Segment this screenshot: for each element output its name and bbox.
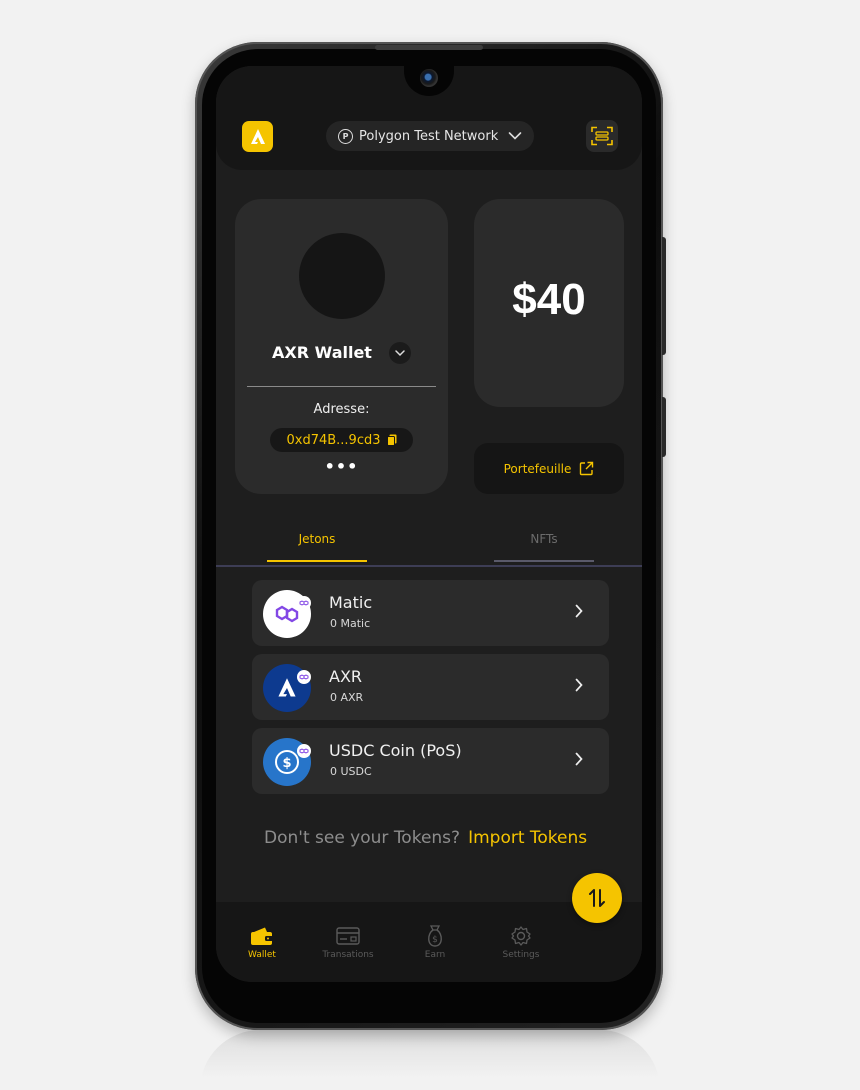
app-screen: P Polygon Test Network AXR Wallet Adress… (216, 66, 642, 982)
import-tokens-prompt: Don't see your Tokens? Import Tokens (264, 828, 587, 848)
external-link-icon (579, 461, 594, 476)
scan-icon[interactable] (586, 120, 618, 152)
network-selector[interactable]: P Polygon Test Network (326, 121, 534, 151)
nav-label: Settings (502, 950, 540, 960)
tab-jetons-indicator (267, 560, 367, 562)
power-button (662, 397, 666, 457)
nav-label: Transations (322, 950, 374, 960)
nav-item-settings[interactable]: Settings (486, 924, 556, 960)
tab-jetons[interactable]: Jetons (267, 532, 367, 546)
tab-nfts-indicator (494, 560, 594, 562)
portfolio-button[interactable]: Portefeuille (474, 443, 624, 494)
chevron-right-icon (575, 604, 583, 618)
copy-icon[interactable] (386, 434, 397, 446)
avatar[interactable] (299, 233, 385, 319)
card-icon (313, 924, 383, 948)
polygon-badge-icon (297, 744, 311, 758)
polygon-network-icon: P (338, 128, 353, 144)
token-amount: 0 Matic (330, 617, 371, 630)
wallet-name: AXR Wallet (272, 343, 372, 362)
chevron-right-icon (575, 678, 583, 692)
phone-reflection (200, 1030, 660, 1090)
wallet-divider (247, 386, 436, 387)
tabs-divider (216, 565, 642, 567)
wallet-card: AXR Wallet Adresse: 0xd74B...9cd3 ••• (235, 199, 448, 494)
gear-icon (486, 924, 556, 948)
chevron-down-icon (508, 131, 522, 141)
axr-logo-icon[interactable] (242, 121, 273, 152)
swap-arrows-icon (586, 887, 608, 909)
chevron-right-icon (575, 752, 583, 766)
polygon-icon (263, 590, 311, 638)
balance-card: $40 (474, 199, 624, 407)
nav-item-earn[interactable]: $ Earn (400, 924, 470, 960)
token-name: USDC Coin (PoS) (329, 741, 462, 760)
swap-button[interactable] (572, 873, 622, 923)
address-label: Adresse: (313, 402, 370, 417)
wallet-switch-chevron-icon[interactable] (389, 342, 411, 364)
nav-label: Earn (424, 950, 446, 960)
token-name: AXR (329, 667, 363, 686)
axr-icon (263, 664, 311, 712)
address-pill[interactable]: 0xd74B...9cd3 (270, 428, 413, 452)
volume-button (662, 237, 666, 355)
usdc-icon: $ (263, 738, 311, 786)
nav-label: Wallet (248, 950, 276, 960)
tab-nfts[interactable]: NFTs (494, 532, 594, 546)
svg-text:$: $ (282, 756, 291, 771)
svg-text:$: $ (432, 935, 438, 945)
portfolio-label: Portefeuille (503, 461, 572, 476)
wallet-address: 0xd74B...9cd3 (286, 432, 381, 448)
polygon-badge-icon (297, 670, 311, 684)
nav-item-wallet[interactable]: Wallet (227, 924, 297, 960)
polygon-badge-icon (297, 596, 311, 610)
wallet-icon (227, 924, 297, 948)
import-tokens-link[interactable]: Import Tokens (468, 828, 587, 848)
token-amount: 0 USDC (330, 765, 372, 778)
token-row-matic[interactable]: Matic 0 Matic (252, 580, 609, 646)
front-camera (420, 69, 438, 87)
token-row-usdc[interactable]: $ USDC Coin (PoS) 0 USDC (252, 728, 609, 794)
nav-item-transactions[interactable]: Transations (313, 924, 383, 960)
more-options-icon[interactable]: ••• (235, 457, 448, 476)
token-name: Matic (329, 593, 373, 612)
import-question: Don't see your Tokens? (264, 828, 461, 848)
network-label: Polygon Test Network (359, 128, 499, 144)
earn-icon: $ (400, 924, 470, 948)
token-amount: 0 AXR (330, 691, 364, 704)
token-row-axr[interactable]: AXR 0 AXR (252, 654, 609, 720)
balance-value: $40 (512, 275, 586, 324)
speaker-grille (375, 45, 483, 50)
